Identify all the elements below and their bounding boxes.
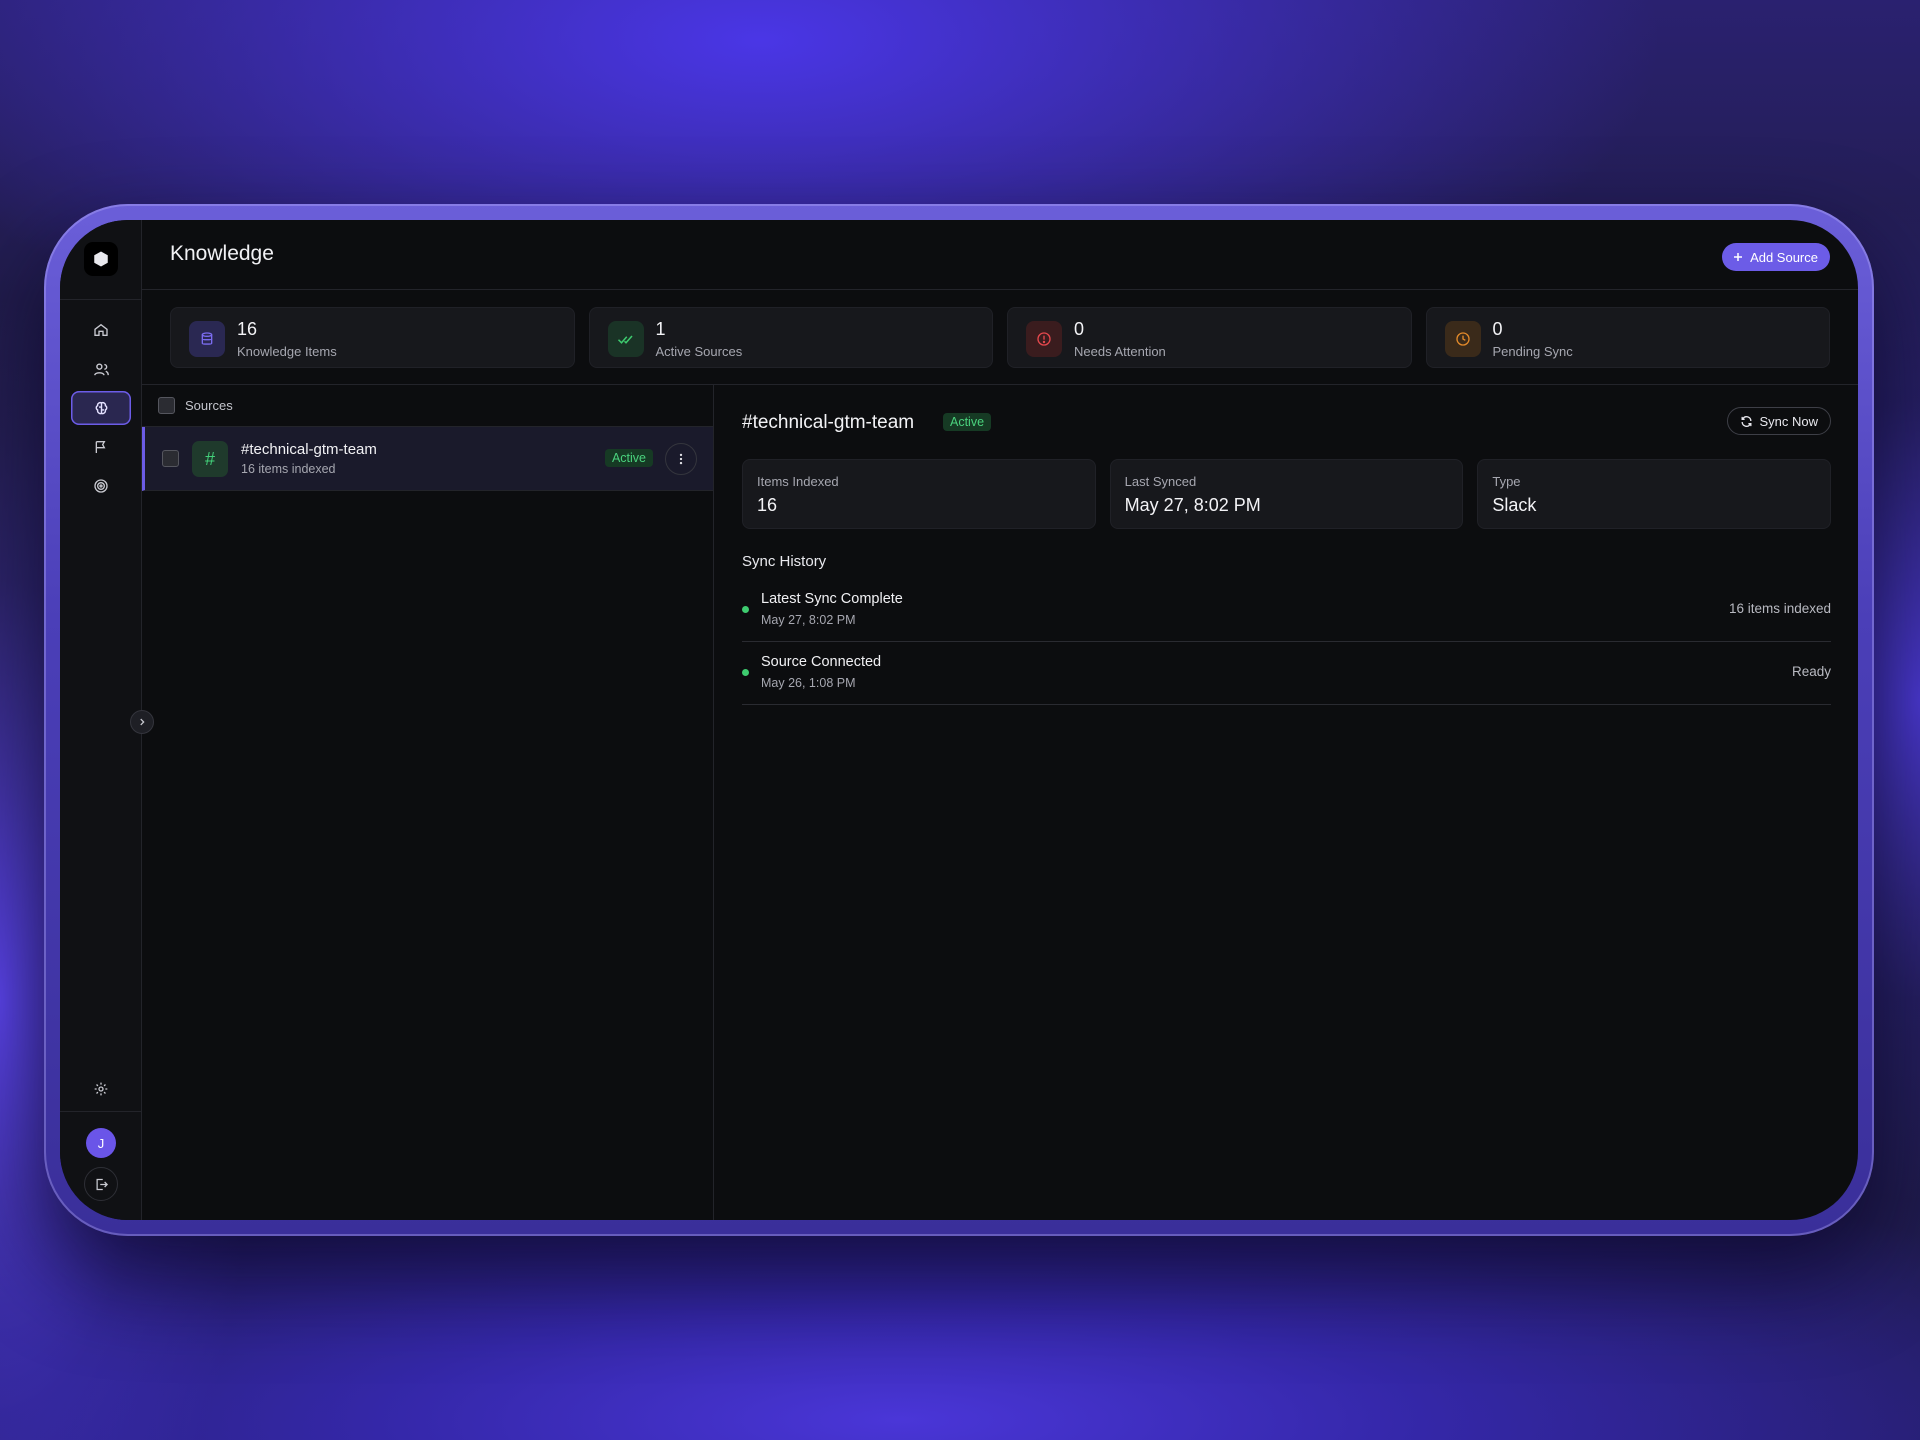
page-title: Knowledge <box>170 242 274 265</box>
more-vertical-icon <box>679 453 683 465</box>
stat-knowledge-items: 16 Knowledge Items <box>170 307 575 368</box>
history-event: Latest Sync Complete <box>761 591 903 607</box>
status-badge: Active <box>604 449 653 467</box>
select-all-checkbox[interactable] <box>158 397 175 414</box>
user-avatar[interactable]: J <box>86 1128 116 1158</box>
stat-value: 0 <box>1492 319 1503 339</box>
sync-history-title: Sync History <box>742 553 827 570</box>
nav-settings[interactable] <box>71 1072 131 1106</box>
history-status: 16 items indexed <box>1728 601 1831 616</box>
hashtag-icon: # <box>192 441 228 477</box>
card-value: 16 <box>757 495 778 515</box>
gear-icon <box>94 1082 108 1096</box>
chevron-right-icon <box>140 718 145 726</box>
sync-now-label: Sync Now <box>1759 413 1818 429</box>
detail-cards: Items Indexed 16 Last Synced May 27, 8:0… <box>742 459 1832 529</box>
app-window: J Knowledge Add Source 16 Knowledge Item… <box>60 220 1858 1220</box>
card-items-indexed: Items Indexed 16 <box>742 459 1096 529</box>
history-status: Ready <box>1791 664 1831 679</box>
nav-flags[interactable] <box>71 430 131 464</box>
nav-knowledge[interactable] <box>71 391 131 425</box>
history-time: May 26, 1:08 PM <box>761 676 856 690</box>
main-content: Knowledge Add Source 16 Knowledge Items … <box>142 220 1858 1220</box>
app-logo-icon[interactable] <box>84 242 118 276</box>
flag-icon <box>95 441 106 453</box>
database-icon <box>189 321 225 357</box>
card-last-synced: Last Synced May 27, 8:02 PM <box>1109 459 1464 529</box>
stat-active-sources: 1 Active Sources <box>588 307 993 368</box>
stat-value: 16 <box>237 319 258 339</box>
source-subtitle: 16 items indexed <box>241 462 336 476</box>
stat-value: 0 <box>1074 319 1085 339</box>
history-item: Source Connected May 26, 1:08 PM Ready <box>742 642 1831 705</box>
home-icon <box>94 323 108 336</box>
sync-history-list: Latest Sync Complete May 27, 8:02 PM 16 … <box>742 579 1831 705</box>
stats-row: 16 Knowledge Items 1 Active Sources 0 Ne… <box>170 307 1830 368</box>
logout-button[interactable] <box>84 1167 118 1201</box>
sources-header: Sources <box>142 385 713 427</box>
sources-panel: Sources # #technical-gtm-team 16 items i… <box>142 385 714 1220</box>
history-event: Source Connected <box>761 654 882 670</box>
stat-label: Pending Sync <box>1492 344 1573 359</box>
status-dot <box>742 669 749 676</box>
detail-status-badge: Active <box>943 413 992 431</box>
source-menu-button[interactable] <box>665 443 697 475</box>
source-checkbox[interactable] <box>162 450 179 467</box>
double-check-icon <box>607 321 644 357</box>
alert-circle-icon <box>1026 321 1062 357</box>
card-value: Slack <box>1492 495 1537 515</box>
card-label: Type <box>1492 474 1521 489</box>
stat-label: Active Sources <box>655 344 743 359</box>
fingerprint-icon <box>94 479 108 493</box>
sidebar-expand-button[interactable] <box>130 710 154 734</box>
sources-header-label: Sources <box>185 398 233 413</box>
stat-label: Needs Attention <box>1074 344 1166 359</box>
stat-needs-attention: 0 Needs Attention <box>1007 307 1412 368</box>
stat-value: 1 <box>655 319 666 339</box>
rail-bottom-divider <box>60 1111 141 1112</box>
sync-now-button[interactable]: Sync Now <box>1727 407 1831 435</box>
stat-label: Knowledge Items <box>237 344 337 359</box>
nav-home[interactable] <box>71 313 131 347</box>
rail-divider <box>60 299 141 300</box>
source-name: #technical-gtm-team <box>241 441 377 458</box>
source-row[interactable]: # #technical-gtm-team 16 items indexed A… <box>142 427 713 491</box>
status-dot <box>742 606 749 613</box>
users-icon <box>93 362 109 375</box>
logout-icon <box>96 1178 108 1190</box>
card-type: Type Slack <box>1477 459 1832 529</box>
card-value: May 27, 8:02 PM <box>1124 495 1261 515</box>
top-bar: Knowledge Add Source <box>142 220 1858 290</box>
detail-title: #technical-gtm-team <box>742 412 915 433</box>
add-source-button[interactable]: Add Source <box>1722 243 1830 271</box>
source-detail-panel: #technical-gtm-team Active Sync Now Item… <box>715 385 1858 1220</box>
history-time: May 27, 8:02 PM <box>761 613 856 627</box>
card-label: Last Synced <box>1124 474 1197 489</box>
refresh-icon <box>1741 415 1752 427</box>
nav-integrations[interactable] <box>71 469 131 503</box>
clock-icon <box>1444 321 1481 357</box>
stat-pending-sync: 0 Pending Sync <box>1425 307 1830 368</box>
history-item: Latest Sync Complete May 27, 8:02 PM 16 … <box>742 579 1831 642</box>
plus-icon <box>1734 253 1743 261</box>
brain-icon <box>95 401 107 414</box>
nav-people[interactable] <box>71 352 131 386</box>
add-source-label: Add Source <box>1750 249 1818 265</box>
card-label: Items Indexed <box>757 474 839 489</box>
